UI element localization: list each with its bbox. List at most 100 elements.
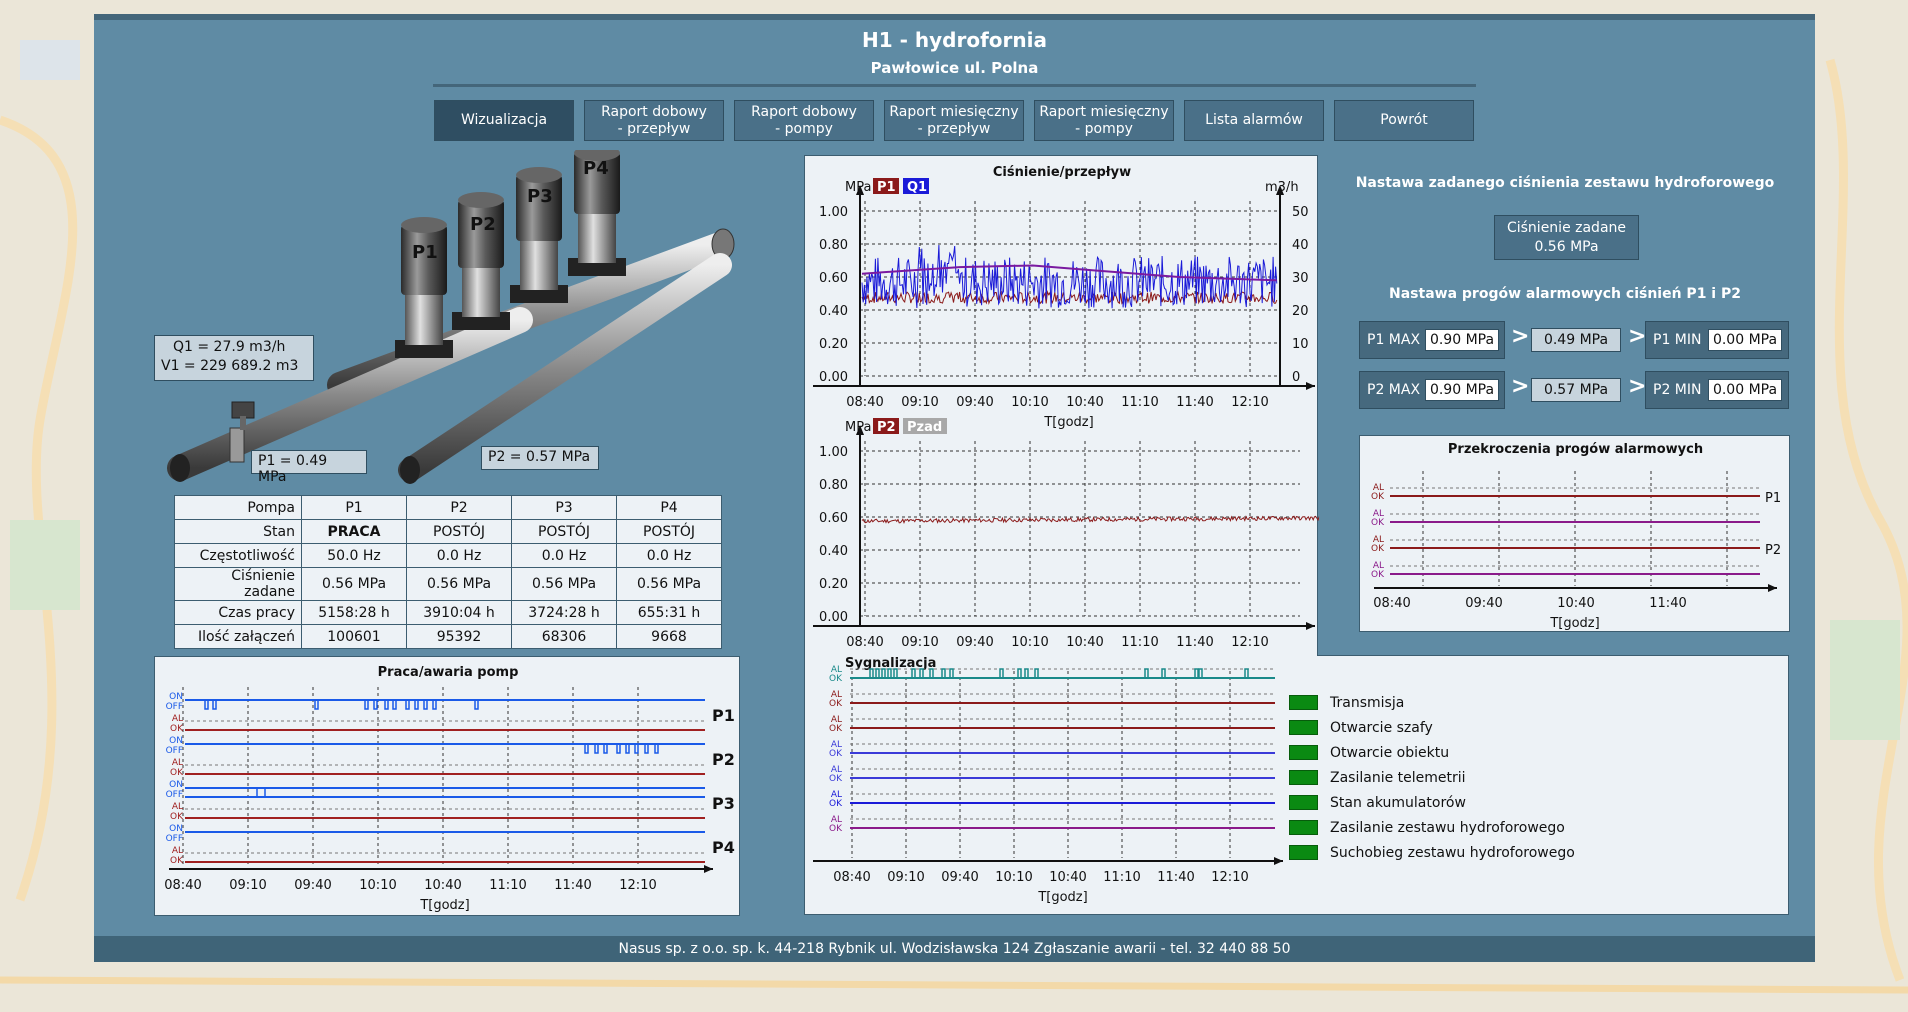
table-cell: 0.0 Hz [616, 543, 722, 568]
x-tick-label: 10:10 [1011, 395, 1048, 410]
x-tick-label: 10:40 [424, 878, 461, 893]
x-tick-label: 12:10 [1231, 395, 1268, 410]
x-tick-label: 10:10 [359, 878, 396, 893]
p2-max-setting[interactable]: P2 MAX 0.90 MPa [1359, 371, 1505, 409]
table-cell: 100601 [301, 624, 407, 649]
nav-raport-miesieczny-przeplyw[interactable]: Raport miesięczny - przepływ [884, 100, 1024, 141]
table-cell: 0.56 MPa [301, 567, 407, 601]
nav-raport-miesieczny-pompy[interactable]: Raport miesięczny - pompy [1034, 100, 1174, 141]
x-tick-label: 09:10 [901, 635, 938, 650]
pump-state-pulse [373, 700, 378, 710]
ok-label: OK [170, 856, 184, 866]
y-tick-label: 1.00 [819, 445, 848, 460]
p2-current-value: 0.57 MPa [1531, 378, 1621, 402]
pump-state-pulse [474, 700, 479, 710]
page-title: H1 - hydrofornia [862, 28, 1047, 52]
p1-min-value[interactable]: 0.00 MPa [1708, 329, 1782, 351]
pump-label: P3 [527, 186, 553, 207]
table-header: Pompa [174, 495, 302, 520]
ok-label: OK [170, 724, 184, 734]
row-label: Stan [174, 519, 302, 544]
threshold-panel: Przekroczenia progów alarmowych AL OK AL OK… [1359, 435, 1790, 632]
signal-pulse [1024, 668, 1029, 678]
y-unit-label: MPa [845, 180, 871, 195]
signal-pulse [1194, 668, 1199, 678]
nav-wizualizacja[interactable]: Wizualizacja [434, 100, 574, 141]
ok-label: OK [829, 674, 843, 684]
table-cell: 0.56 MPa [616, 567, 722, 601]
p2-max-value[interactable]: 0.90 MPa [1425, 379, 1499, 401]
pump-table: Pompa P1 P2 P3 P4 Stan PRACA POSTÓJ POST… [174, 495, 722, 649]
signal-pulse [893, 668, 898, 678]
axis-arrow-icon [1768, 584, 1777, 592]
nav-powrot[interactable]: Powrót [1334, 100, 1474, 141]
p2-readout: P2 = 0.57 MPa [481, 446, 599, 470]
y-tick-label: 0.00 [819, 610, 848, 625]
table-cell: POSTÓJ [616, 519, 722, 544]
p2-min-value[interactable]: 0.00 MPa [1708, 379, 1782, 401]
y-tick-label: 0.20 [819, 577, 848, 592]
pump-station-diagram: P1 P2 P3 P4 [167, 150, 735, 484]
x-axis-label: T[godz] [1549, 616, 1599, 631]
nav-raport-dobowy-pompy[interactable]: Raport dobowy - pompy [734, 100, 874, 141]
table-cell: 0.0 Hz [511, 543, 617, 568]
pump-state-pulse [644, 744, 649, 754]
signal-pulse [999, 668, 1004, 678]
signal-pulse [929, 668, 934, 678]
table-cell: 50.0 Hz [301, 543, 407, 568]
y-tick-label: 10 [1292, 337, 1309, 352]
al-label: AL [172, 846, 183, 856]
legend-label: P2 [877, 420, 896, 435]
pump-label: P1 [412, 242, 438, 263]
y-tick-label: 0.80 [819, 478, 848, 493]
pump-state-pulse [584, 744, 589, 754]
status-led [1289, 695, 1318, 710]
pump-state-pulse [405, 700, 410, 710]
pump-state-pulse [364, 700, 369, 710]
pump-state-pulse [256, 787, 266, 797]
table-row: Pompa P1 P2 P3 P4 [174, 495, 722, 520]
pump-label: P4 [583, 158, 609, 179]
signal-pulse [869, 668, 874, 678]
on-label: ON [169, 824, 183, 834]
p1-max-setting[interactable]: P1 MAX 0.90 MPa [1359, 321, 1505, 359]
table-row: Czas pracy 5158:28 h 3910:04 h 3724:28 h… [174, 600, 722, 625]
greater-than-icon: > [1628, 374, 1647, 399]
x-tick-label: 11:10 [489, 878, 526, 893]
table-row: Ilość załączeń 100601 95392 68306 9668 [174, 624, 722, 649]
ok-label: OK [170, 812, 184, 822]
x-axis-label: T[godz] [419, 898, 469, 913]
x-tick-label: 11:40 [1649, 596, 1686, 611]
nav-raport-dobowy-przeplyw[interactable]: Raport dobowy - przepływ [584, 100, 724, 141]
axis-arrow-icon [1274, 857, 1283, 865]
table-header: P3 [511, 495, 617, 520]
greater-than-icon: > [1628, 324, 1647, 349]
pump-state-pulse [314, 700, 319, 710]
pressure-setpoint-button[interactable]: Ciśnienie zadane 0.56 MPa [1494, 215, 1639, 260]
off-label: OFF [166, 834, 183, 844]
signal-label: Suchobieg zestawu hydroforowego [1330, 845, 1575, 861]
p2-min-setting[interactable]: P2 MIN 0.00 MPa [1645, 371, 1789, 409]
flow-v: V1 = 229 689.2 m3 [161, 358, 299, 374]
y-tick-label: 30 [1292, 271, 1309, 286]
x-tick-label: 12:10 [1231, 635, 1268, 650]
status-led [1289, 820, 1318, 835]
p1-max-value[interactable]: 0.90 MPa [1425, 329, 1499, 351]
x-tick-label: 11:40 [1176, 395, 1213, 410]
nav-lista-alarmow[interactable]: Lista alarmów [1184, 100, 1324, 141]
y-tick-label: 0.60 [819, 511, 848, 526]
nav-label: - pompy [1075, 120, 1133, 137]
table-header: P1 [301, 495, 407, 520]
x-tick-label: 09:40 [1465, 596, 1502, 611]
pump-work-chart: ONOFFALOKP1ONOFFALOKP2ONOFFALOKP3ONOFFAL… [164, 687, 735, 913]
p1-readout: P1 = 0.49 MPa [251, 450, 367, 485]
table-header: P4 [616, 495, 722, 520]
nav-label: - przepływ [917, 120, 991, 137]
x-tick-label: 09:10 [887, 870, 924, 885]
p1-min-setting[interactable]: P1 MIN 0.00 MPa [1645, 321, 1789, 359]
ok-label: OK [170, 768, 184, 778]
signal-label: Transmisja [1330, 695, 1405, 711]
x-tick-label: 09:10 [229, 878, 266, 893]
ok-label: OK [1371, 570, 1385, 580]
signal-pulse [1161, 668, 1166, 678]
